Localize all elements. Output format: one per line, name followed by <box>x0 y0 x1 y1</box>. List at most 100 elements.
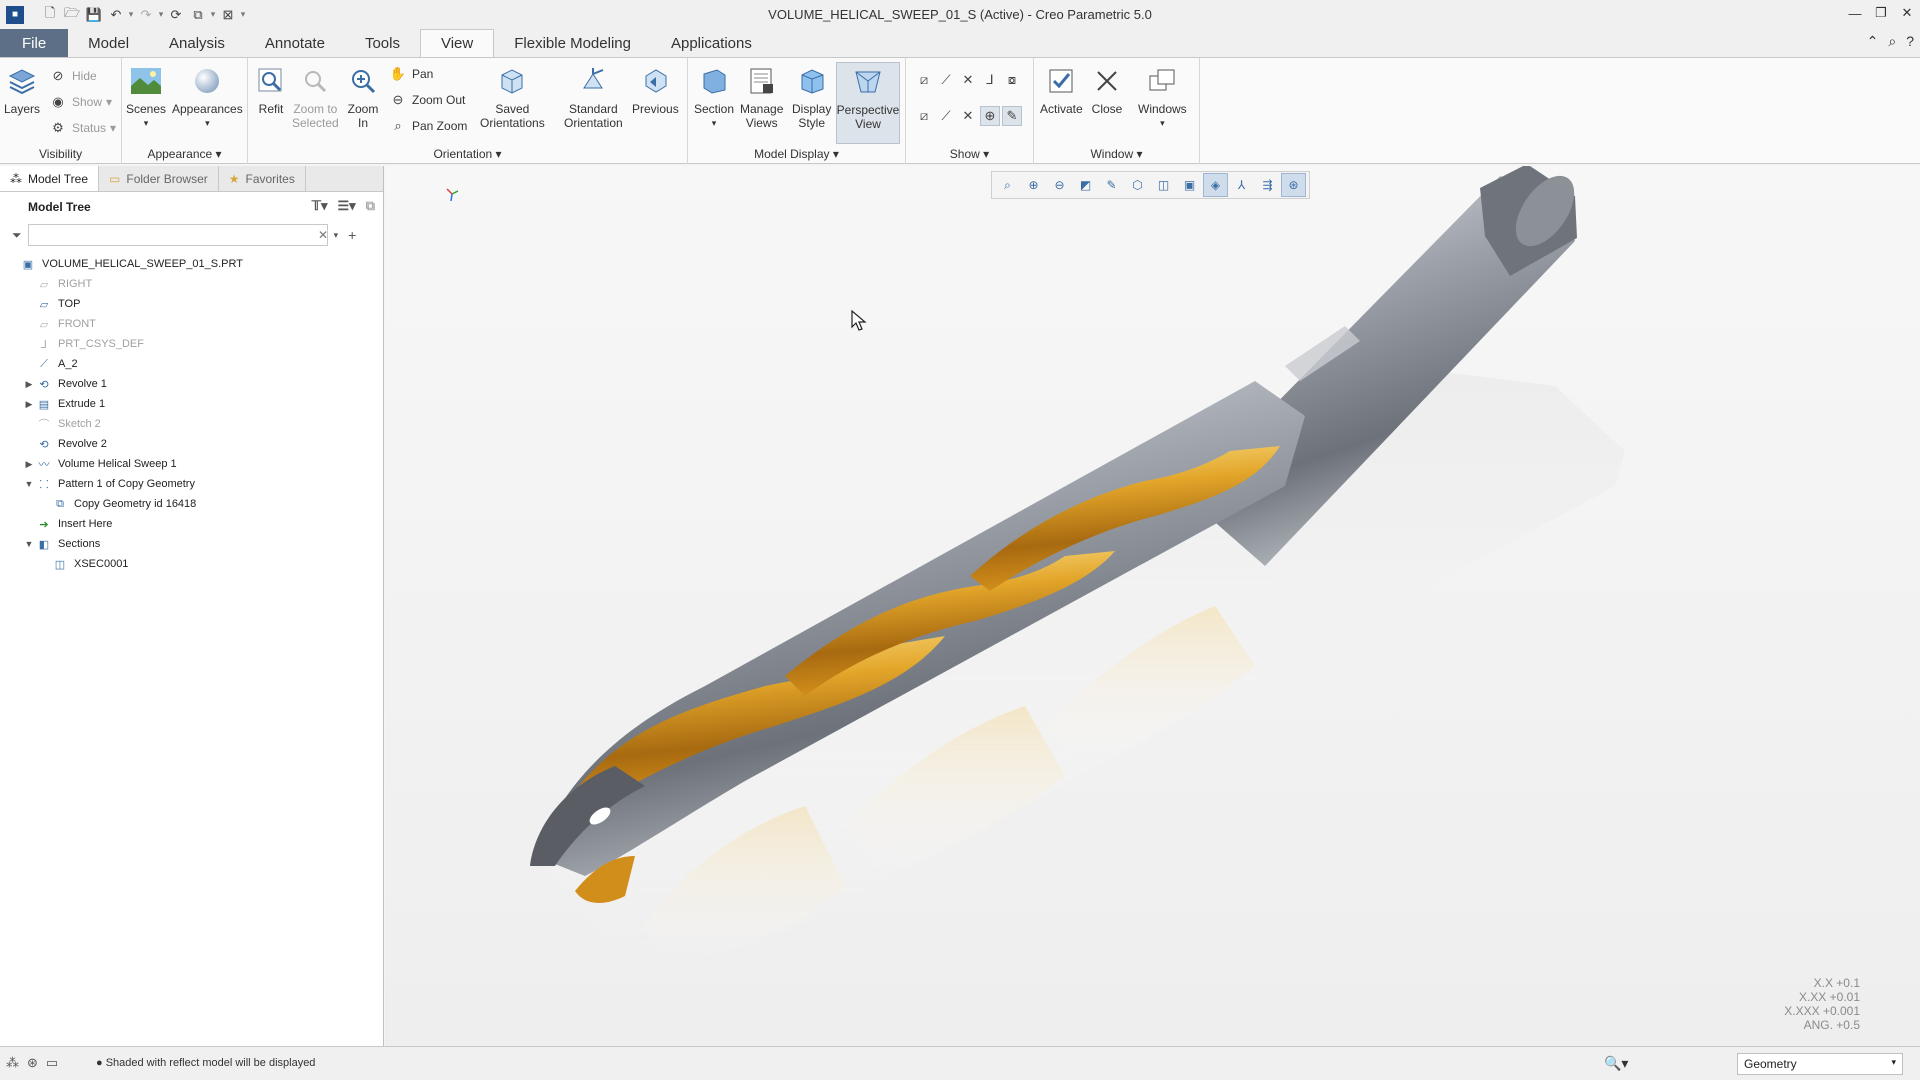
axis-tag-icon[interactable]: ⟋ <box>936 106 956 126</box>
tree-node[interactable]: ▱ TOP <box>0 294 383 314</box>
perspective-view-button[interactable]: Perspective View <box>836 62 900 144</box>
saved-orientations-button[interactable]: Saved Orientations <box>480 64 545 130</box>
tree-node[interactable]: ▶ ▤ Extrude 1 <box>0 394 383 414</box>
tab-favorites[interactable]: ★ Favorites <box>219 166 306 191</box>
point-display-icon[interactable]: ✕ <box>958 70 978 90</box>
undo-dropdown-icon[interactable]: ▾ <box>128 9 134 20</box>
drill-bit-model[interactable] <box>385 166 1920 1046</box>
hide-button[interactable]: ⊘ Hide <box>48 66 97 86</box>
tab-flexible-modeling[interactable]: Flexible Modeling <box>494 29 651 57</box>
tab-view[interactable]: View <box>419 29 495 57</box>
undo-icon[interactable]: ↶ <box>106 5 126 25</box>
new-file-icon[interactable]: 🗋 <box>40 5 60 25</box>
tab-analysis[interactable]: Analysis <box>149 29 245 57</box>
tree-node[interactable]: ◫ XSEC0001 <box>0 554 383 574</box>
redo-dropdown-icon[interactable]: ▾ <box>158 9 164 20</box>
windows-dropdown-icon[interactable]: ▾ <box>210 9 216 20</box>
tree-node[interactable]: ▼ ⸬ Pattern 1 of Copy Geometry <box>0 474 383 494</box>
scenes-button[interactable]: Scenes ▾ <box>126 64 166 130</box>
tree-node[interactable]: ▱ RIGHT <box>0 274 383 294</box>
tree-node[interactable]: ⟲ Revolve 2 <box>0 434 383 454</box>
graphics-viewport[interactable]: ⌕ ⊕ ⊖ ◩ ✎ ⬡ ◫ ▣ ◈ ⅄ ⇶ ⊛ X.X +0.1 X.XX +0… <box>385 166 1920 1046</box>
layers-button[interactable]: Layers <box>4 64 40 116</box>
axis-display-icon[interactable]: ⟋ <box>936 70 956 90</box>
tab-folder-browser[interactable]: ▭ Folder Browser <box>99 166 219 191</box>
tab-annotate[interactable]: Annotate <box>245 29 345 57</box>
collapse-ribbon-icon[interactable]: ⌃ <box>1867 33 1879 50</box>
annotation-display-icon[interactable]: ✎ <box>1002 106 1022 126</box>
navigator-toggle-icon[interactable]: ⁂ <box>6 1055 19 1071</box>
open-file-icon[interactable]: 🗁 <box>62 5 82 25</box>
fullscreen-toggle-icon[interactable]: ▭ <box>46 1055 58 1071</box>
standard-orientation-button[interactable]: Standard Orientation <box>564 64 623 130</box>
minimize-icon[interactable]: — <box>1842 0 1868 26</box>
show-button[interactable]: ◉ Show ▾ <box>48 92 112 112</box>
search-icon[interactable]: ⌕ <box>1888 33 1896 50</box>
expand-toggle-icon[interactable]: ▼ <box>22 539 36 549</box>
tab-tools[interactable]: Tools <box>345 29 420 57</box>
tree-node[interactable]: ⧉ Copy Geometry id 16418 <box>0 494 383 514</box>
close-button[interactable]: Close <box>1090 64 1124 116</box>
zoom-out-button[interactable]: ⊖ Zoom Out <box>388 90 466 110</box>
tree-node[interactable]: ➔ Insert Here <box>0 514 383 534</box>
point-tag-icon[interactable]: ✕ <box>958 106 978 126</box>
display-style-button[interactable]: Display Style <box>792 64 831 130</box>
help-icon[interactable]: ? <box>1906 33 1914 50</box>
save-icon[interactable]: 💾 <box>84 5 104 25</box>
activate-button[interactable]: Activate <box>1040 64 1083 116</box>
tree-node[interactable]: ⅃ PRT_CSYS_DEF <box>0 334 383 354</box>
plane-display-icon[interactable]: ⧄ <box>914 70 934 90</box>
filter-funnel-icon[interactable]: ⏷ <box>12 228 22 243</box>
tree-node[interactable]: ▶ ⟲ Revolve 1 <box>0 374 383 394</box>
zoom-to-selected-button[interactable]: Zoom to Selected <box>292 64 339 130</box>
tab-model[interactable]: Model <box>68 29 149 57</box>
plane-tag-display-icon[interactable]: ⧇ <box>1002 70 1022 90</box>
tab-model-tree[interactable]: ⁂ Model Tree <box>0 166 100 191</box>
group-label-window[interactable]: Window ▾ <box>1034 147 1199 161</box>
windows-icon[interactable]: ⧉ <box>188 5 208 25</box>
manage-views-button[interactable]: Manage Views <box>740 64 783 130</box>
clear-search-icon[interactable]: ✕ <box>318 228 328 242</box>
close-window-icon[interactable]: ⊠ <box>218 5 238 25</box>
tree-filter-settings-icon[interactable]: ⧉ <box>366 198 375 214</box>
expand-toggle-icon[interactable]: ▼ <box>22 479 36 489</box>
group-label-orientation[interactable]: Orientation ▾ <box>248 147 687 161</box>
group-label-show[interactable]: Show ▾ <box>906 147 1033 161</box>
tree-node[interactable]: ⌒ Sketch 2 <box>0 414 383 434</box>
tab-file[interactable]: File <box>0 29 69 57</box>
tree-node[interactable]: ▶ 〰 Volume Helical Sweep 1 <box>0 454 383 474</box>
expand-toggle-icon[interactable]: ▶ <box>22 459 36 470</box>
restore-icon[interactable]: ❐ <box>1868 0 1894 26</box>
previous-button[interactable]: Previous <box>632 64 679 116</box>
pan-button[interactable]: ✋ Pan <box>388 64 433 84</box>
tree-columns-icon[interactable]: ☰▾ <box>338 198 356 214</box>
section-button[interactable]: Section ▾ <box>694 64 734 130</box>
appearances-button[interactable]: Appearances ▾ <box>172 64 243 130</box>
find-icon[interactable]: 🔍▾ <box>1604 1055 1628 1072</box>
redo-icon[interactable]: ↷ <box>136 5 156 25</box>
close-icon[interactable]: ✕ <box>1894 0 1920 26</box>
zoom-in-button[interactable]: Zoom In <box>346 64 380 130</box>
group-label-appearance[interactable]: Appearance ▾ <box>122 147 247 161</box>
plane-tag-icon[interactable]: ⧄ <box>914 106 934 126</box>
regenerate-icon[interactable]: ⟳ <box>166 5 186 25</box>
browser-toggle-icon[interactable]: ⊛ <box>27 1055 38 1071</box>
tree-node[interactable]: ⟋ A_2 <box>0 354 383 374</box>
windows-button[interactable]: Windows ▾ <box>1138 64 1187 130</box>
spin-center-icon[interactable]: ⊕ <box>980 106 1000 126</box>
tree-settings-icon[interactable]: 𝕋▾ <box>312 198 328 214</box>
tree-search-input[interactable] <box>27 224 328 246</box>
app-menu-icon[interactable]: ■ <box>6 5 24 24</box>
tree-node[interactable]: ▱ FRONT <box>0 314 383 334</box>
tab-applications[interactable]: Applications <box>651 29 772 57</box>
group-label-model-display[interactable]: Model Display ▾ <box>688 147 905 161</box>
add-filter-icon[interactable]: + <box>348 227 356 243</box>
selection-filter-dropdown[interactable]: Geometry ▾ <box>1737 1053 1903 1075</box>
refit-button[interactable]: Refit <box>254 64 288 116</box>
expand-toggle-icon[interactable]: ▶ <box>22 399 36 410</box>
customize-qat-icon[interactable]: ▾ <box>240 9 246 20</box>
status-button[interactable]: ⚙ Status ▾ <box>48 118 116 138</box>
tree-node[interactable]: ▼ ◧ Sections <box>0 534 383 554</box>
expand-toggle-icon[interactable]: ▶ <box>22 379 36 390</box>
pan-zoom-button[interactable]: ⌕ Pan Zoom <box>388 116 467 136</box>
